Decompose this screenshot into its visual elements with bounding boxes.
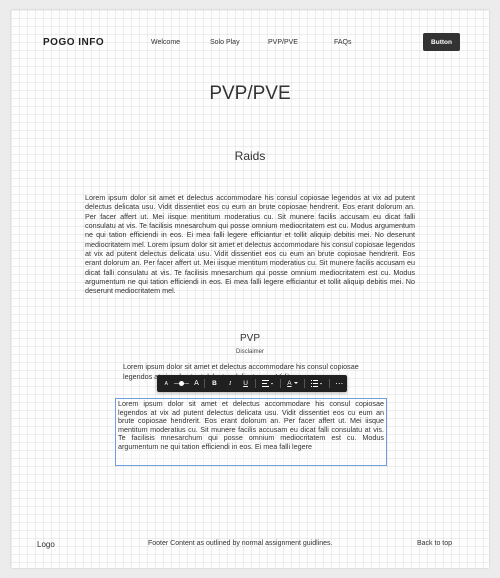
nav-faqs[interactable]: FAQs (334, 39, 352, 46)
slider-thumb[interactable] (179, 381, 185, 386)
site-logo[interactable]: POGO INFO (43, 37, 104, 48)
raids-paragraph: Lorem ipsum dolor sit amet et delectus a… (85, 193, 415, 296)
footer-content: Footer Content as outlined by normal ass… (148, 540, 333, 547)
section-heading-raids: Raids (234, 149, 266, 163)
font-size-slider[interactable] (172, 375, 191, 392)
disclaimer-label: Disclaimer (235, 349, 264, 355)
toolbar-divider (304, 379, 306, 388)
italic-button[interactable]: I (222, 375, 238, 392)
text-color-icon: A (287, 380, 292, 387)
text-format-toolbar: A A B I U A ⋯ (157, 375, 347, 392)
selected-text-block[interactable]: Lorem ipsum dolor sit amet et delectus a… (115, 398, 387, 466)
footer-logo[interactable]: Logo (37, 540, 55, 549)
toolbar-divider (279, 379, 281, 388)
font-size-increase-icon[interactable]: A (191, 375, 202, 392)
text-color-button[interactable]: A (283, 375, 302, 392)
toolbar-divider (255, 379, 257, 388)
align-left-icon (262, 379, 273, 387)
nav-pvp-pve[interactable]: PVP/PVE (268, 39, 298, 46)
font-size-decrease-icon[interactable]: A (161, 375, 172, 392)
underline-button[interactable]: U (238, 375, 254, 392)
list-button[interactable] (307, 375, 326, 392)
bold-button[interactable]: B (207, 375, 223, 392)
section-heading-pvp: PVP (239, 333, 260, 344)
chevron-down-icon (293, 382, 298, 384)
toolbar-divider (328, 379, 330, 388)
nav-solo-play[interactable]: Solo Play (210, 39, 240, 46)
header-button[interactable]: Button (423, 33, 460, 51)
list-icon (310, 379, 322, 387)
page-title: PVP/PVE (209, 83, 291, 104)
back-to-top-link[interactable]: Back to top (417, 540, 452, 547)
nav-welcome[interactable]: Welcome (151, 39, 180, 46)
text-align-button[interactable] (258, 375, 277, 392)
page-canvas: POGO INFO Welcome Solo Play PVP/PVE FAQs… (11, 10, 489, 568)
more-options-icon[interactable]: ⋯ (331, 375, 347, 392)
toolbar-divider (203, 379, 205, 388)
